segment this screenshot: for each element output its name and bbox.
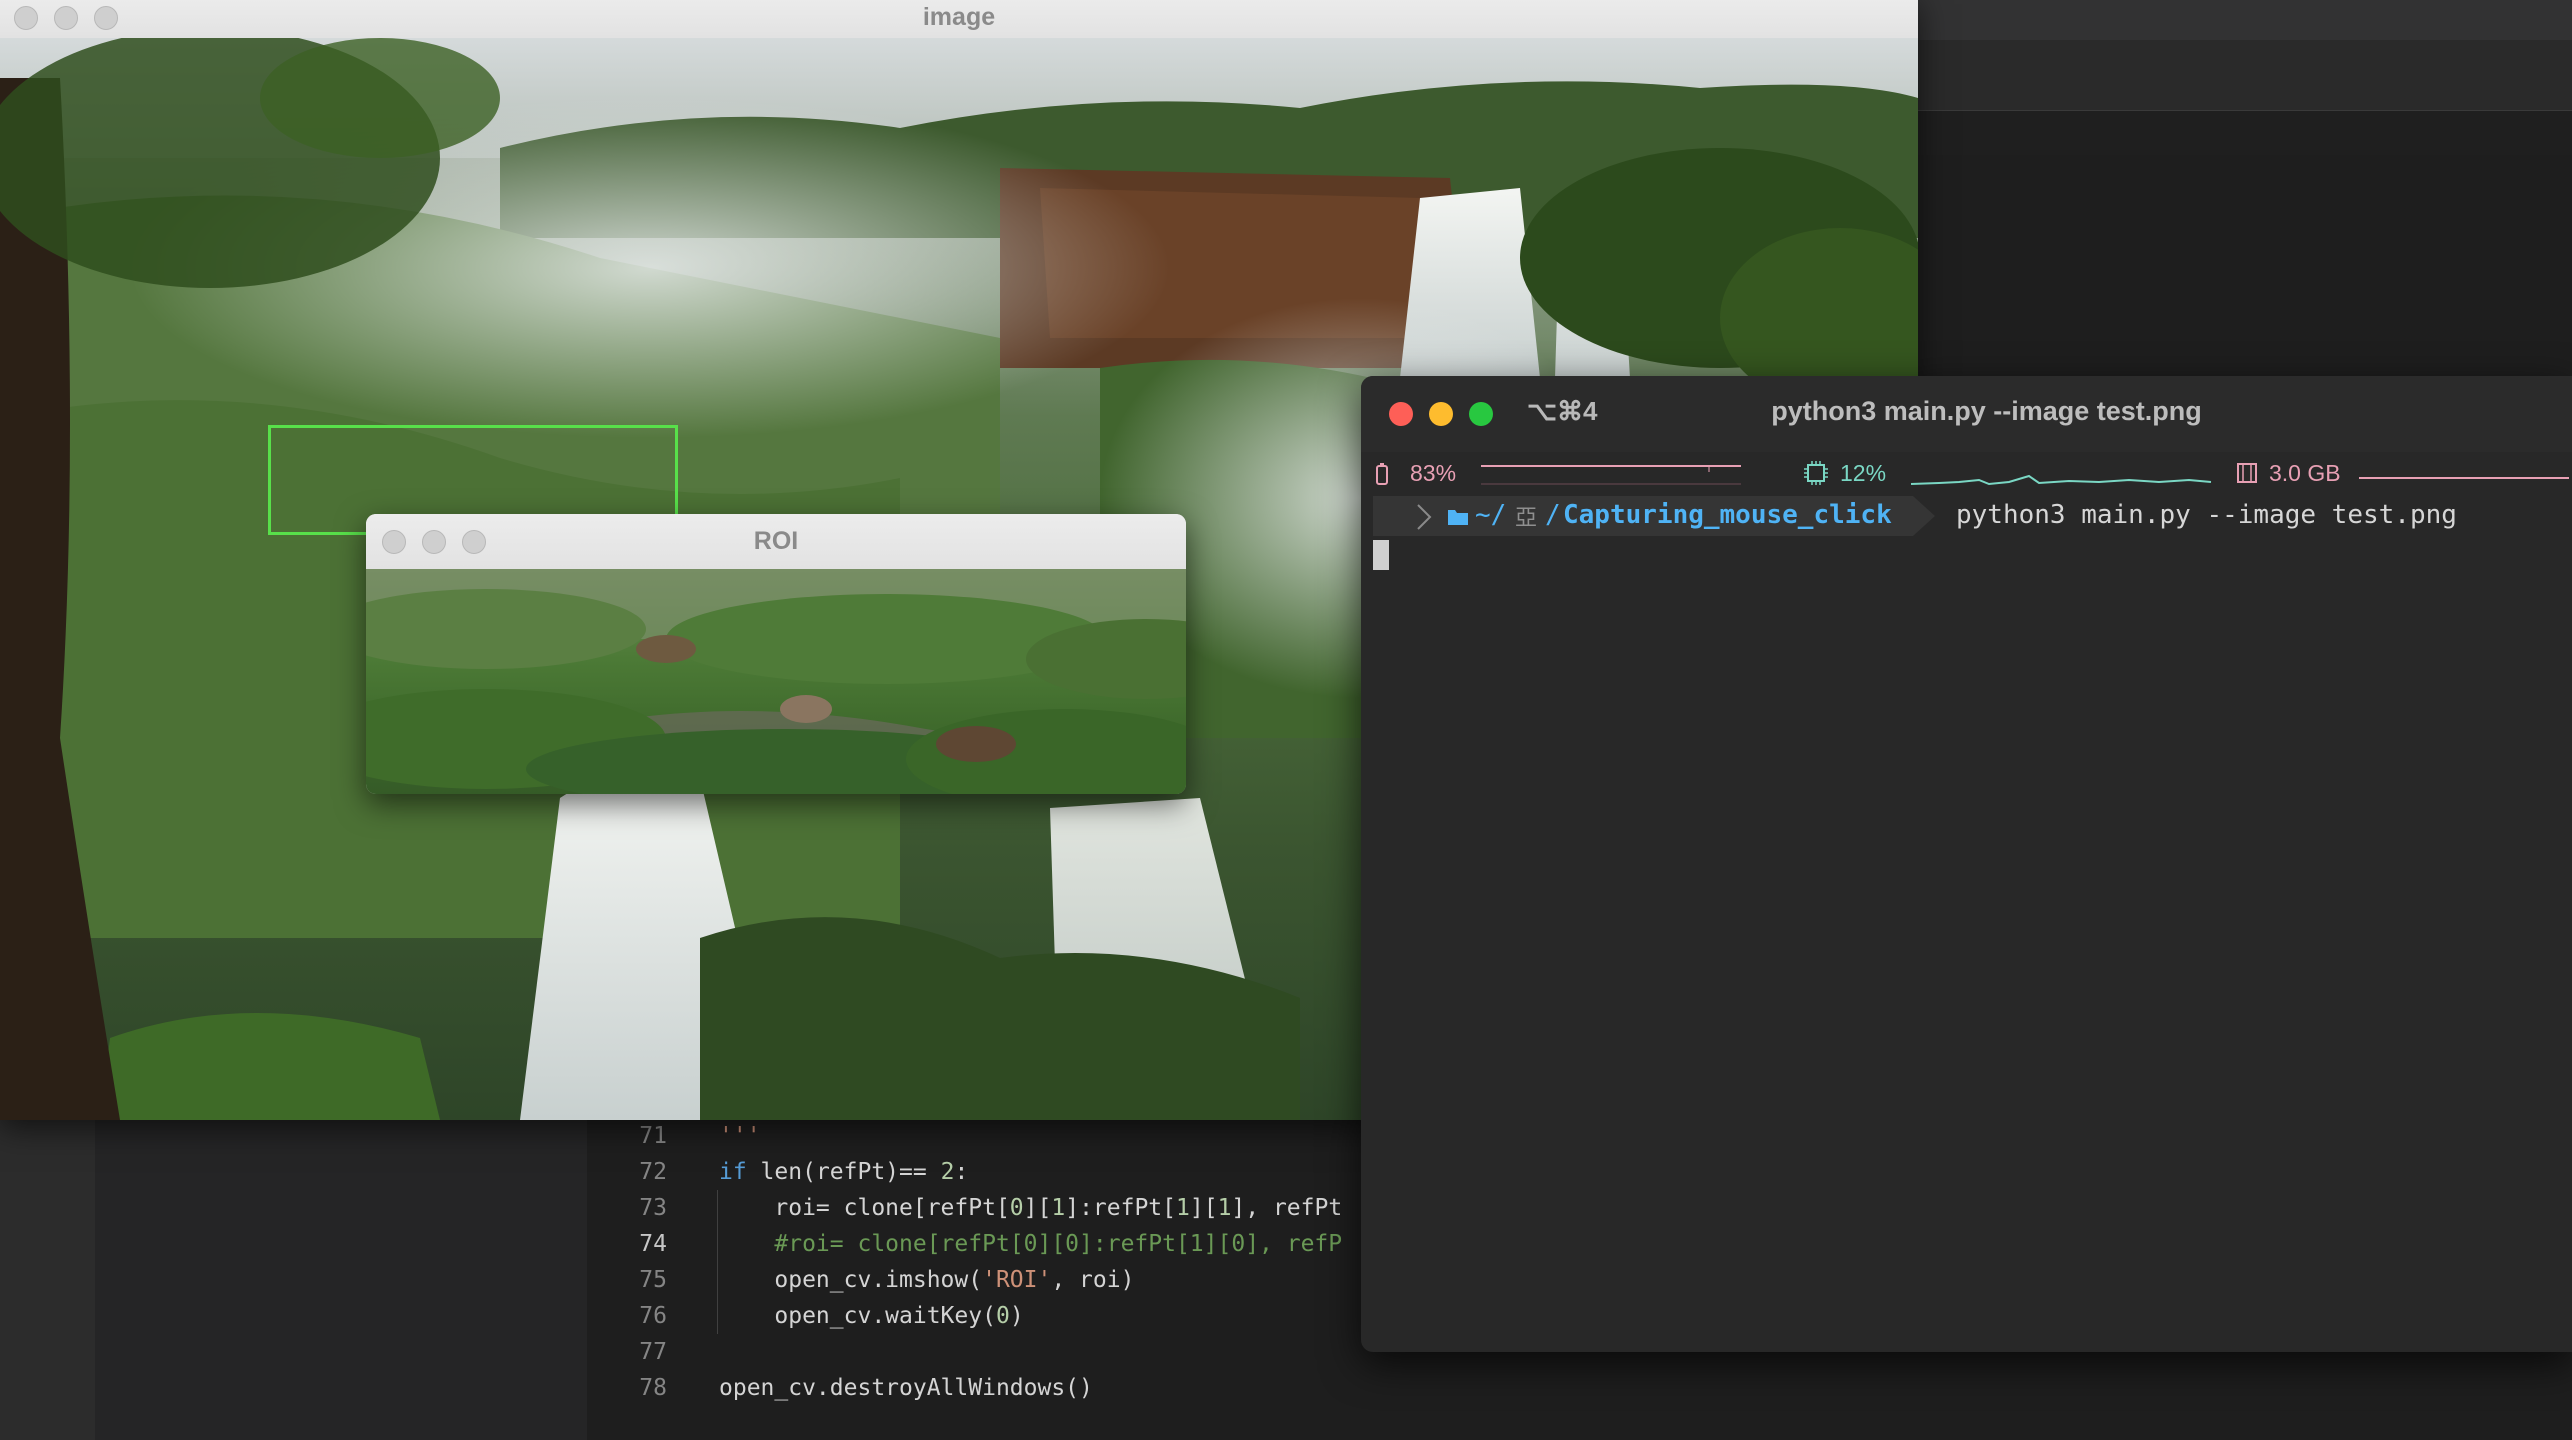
code-token: : [954, 1159, 969, 1185]
code-text: #roi= clone[refPt[0][0]:refPt[1][0], ref… [719, 1226, 1342, 1262]
roi-image-scene [366, 569, 1186, 794]
line-number: 71 [639, 1123, 667, 1149]
terminal-cursor [1373, 540, 1389, 570]
code-token: if [719, 1159, 747, 1185]
line-number: 78 [639, 1375, 667, 1401]
code-token: open_cv.destroyAllWindows() [719, 1375, 1093, 1401]
image-window-titlebar[interactable]: image [0, 0, 1918, 39]
roi-window[interactable]: ROI [366, 514, 1186, 794]
folder-icon [1448, 510, 1468, 525]
code-token: open_cv.imshow( [719, 1267, 983, 1293]
code-token: , roi) [1051, 1267, 1135, 1293]
line-number: 76 [639, 1303, 667, 1329]
line-number: 77 [639, 1339, 667, 1365]
indent-guide [717, 1190, 718, 1334]
cpu-graph [1910, 474, 2212, 486]
code-token: ]:refPt[ [1065, 1195, 1176, 1221]
code-line[interactable]: 77 [587, 1334, 1367, 1370]
battery-icon [1376, 463, 1388, 485]
code-token: 2 [940, 1159, 955, 1185]
code-token: len(refPt)== [746, 1159, 941, 1185]
code-token: 0 [995, 1303, 1010, 1329]
cpu-icon [1804, 461, 1828, 485]
code-line[interactable]: 72 if len(refPt)== 2: [587, 1154, 1367, 1190]
prompt-path-separator: / [1545, 500, 1561, 530]
image-window-title: image [922, 3, 996, 31]
code-text: open_cv.imshow('ROI', roi) [719, 1262, 1134, 1298]
code-token: 'ROI' [982, 1267, 1052, 1293]
code-token: #roi= clone[refPt[0][0]:refPt[1][0], ref… [719, 1231, 1343, 1257]
code-text: if len(refPt)== 2: [719, 1154, 968, 1190]
code-token: ) [1009, 1303, 1024, 1329]
terminal-titlebar[interactable]: ⌥⌘4 python3 main.py --image test.png [1361, 376, 2572, 452]
terminal-window[interactable]: ⌥⌘4 python3 main.py --image test.png 83%… [1361, 376, 2572, 1352]
code-token: 1 [1217, 1195, 1232, 1221]
code-text: roi= clone[refPt[0][1]:refPt[1][1], refP… [719, 1190, 1342, 1226]
memory-icon [2237, 463, 2257, 483]
code-token: 0 [1009, 1195, 1024, 1221]
line-number: 75 [639, 1267, 667, 1293]
roi-window-titlebar[interactable]: ROI [366, 514, 1186, 570]
terminal-status-bar: 83% 12% 3.0 GB [1361, 452, 2572, 496]
code-line[interactable]: 74 #roi= clone[refPt[0][0]:refPt[1][0], … [587, 1226, 1367, 1262]
terminal-title: python3 main.py --image test.png [1771, 396, 2202, 426]
editor-tab-strip [1918, 40, 2572, 110]
line-number: 72 [639, 1159, 667, 1185]
code-token: ], refPt [1231, 1195, 1343, 1221]
command-text: python3 main.py --image test.png [1956, 500, 2457, 530]
code-token: ][ [1023, 1195, 1052, 1221]
prompt-path-glyph: 亞 [1515, 506, 1538, 531]
roi-window-title: ROI [753, 527, 799, 555]
code-token: roi= clone[refPt[ [719, 1195, 1010, 1221]
line-number: 73 [639, 1195, 667, 1221]
code-text: ''' [719, 1118, 761, 1154]
line-number: 74 [639, 1231, 667, 1257]
cpu-percentage: 12% [1840, 460, 1887, 486]
code-area[interactable]: 71 ''' 72 if len(refPt)== 2: 73 roi= clone[r… [587, 1118, 1367, 1440]
code-line[interactable]: 73 roi= clone[refPt[0][1]:refPt[1][1], r… [587, 1190, 1367, 1226]
code-token: open_cv.waitKey( [719, 1303, 996, 1329]
memory-usage: 3.0 GB [2269, 460, 2341, 486]
code-token: 1 [1051, 1195, 1066, 1221]
shell-prompt: ~/ 亞 / Capturing_mouse_click python3 mai… [1373, 496, 2563, 538]
editor-breadcrumbs [1918, 110, 2572, 155]
code-token: ''' [719, 1123, 761, 1149]
code-text: open_cv.waitKey(0) [719, 1298, 1024, 1334]
editor-title-strip [1918, 0, 2572, 40]
battery-graph [1481, 465, 1741, 485]
prompt-home-path: ~/ [1475, 500, 1507, 530]
code-line[interactable]: 71 ''' [587, 1118, 1367, 1154]
code-line[interactable]: 75 open_cv.imshow('ROI', roi) [587, 1262, 1367, 1298]
code-line[interactable]: 76 open_cv.waitKey(0) [587, 1298, 1367, 1334]
code-text: open_cv.destroyAllWindows() [719, 1370, 1093, 1406]
code-token: 1 [1176, 1195, 1190, 1221]
battery-percentage: 83% [1410, 460, 1457, 486]
memory-graph [2359, 477, 2569, 479]
chevron-right-icon [1417, 504, 1432, 530]
roi-cropped-image [366, 569, 1186, 794]
prompt-directory: Capturing_mouse_click [1563, 500, 1892, 530]
code-token: ][ [1189, 1195, 1218, 1221]
code-line[interactable]: 78 open_cv.destroyAllWindows() [587, 1370, 1367, 1406]
